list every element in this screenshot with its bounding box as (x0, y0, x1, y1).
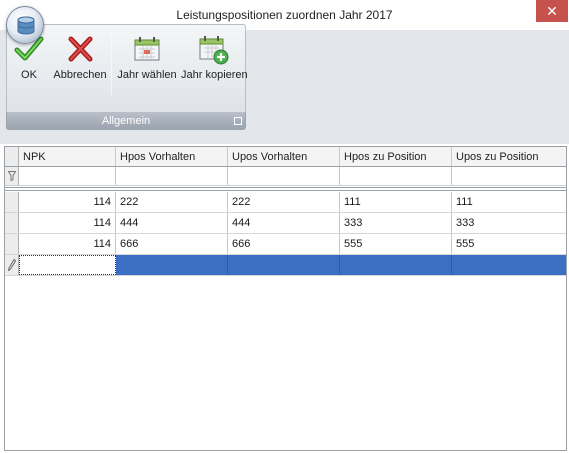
window-title: Leistungspositionen zuordnen Jahr 2017 (176, 8, 393, 22)
pencil-icon (8, 259, 16, 271)
column-header-npk[interactable]: NPK (19, 147, 116, 166)
new-row-indicator[interactable] (5, 255, 19, 275)
table-row[interactable]: 114 222 222 111 111 (5, 192, 566, 213)
ribbon-panel: OK Abbrechen Jahr wählen Jahr kopieren (6, 24, 248, 112)
cell-upos-vorhalten[interactable]: 444 (228, 213, 340, 233)
cell-npk[interactable]: 114 (19, 192, 116, 212)
row-indicator[interactable] (5, 234, 19, 254)
new-cell-hpos-zu-position[interactable] (340, 255, 452, 275)
ribbon-separator (111, 31, 112, 95)
copy-year-label: Jahr kopieren (181, 69, 248, 81)
database-icon (17, 16, 35, 35)
select-year-button[interactable]: Jahr wählen (115, 25, 179, 111)
app-menu-button[interactable] (6, 6, 44, 44)
filter-cell-hpos-zu-position[interactable] (340, 167, 452, 185)
cell-hpos-zu-position[interactable]: 333 (340, 213, 452, 233)
red-x-icon (68, 36, 93, 62)
cell-hpos-vorhalten[interactable]: 666 (116, 234, 228, 254)
cancel-label: Abbrechen (53, 69, 107, 81)
data-grid: NPK Hpos Vorhalten Upos Vorhalten Hpos z… (4, 146, 567, 451)
copy-year-button[interactable]: Jahr kopieren (181, 25, 248, 111)
grid-separator (5, 187, 566, 191)
cell-upos-zu-position[interactable]: 111 (452, 192, 566, 212)
cell-upos-vorhalten[interactable]: 666 (228, 234, 340, 254)
new-cell-hpos-vorhalten[interactable] (116, 255, 228, 275)
cell-upos-zu-position[interactable]: 555 (452, 234, 566, 254)
cell-hpos-zu-position[interactable]: 111 (340, 192, 452, 212)
new-cell-upos-vorhalten[interactable] (228, 255, 340, 275)
row-indicator[interactable] (5, 192, 19, 212)
cancel-button[interactable]: Abbrechen (51, 25, 109, 111)
filter-row-indicator (5, 167, 19, 185)
new-row[interactable] (5, 255, 566, 276)
cell-hpos-vorhalten[interactable]: 222 (116, 192, 228, 212)
column-header-upos-vorhalten[interactable]: Upos Vorhalten (228, 147, 340, 166)
ribbon-group-allgemein: OK Abbrechen Jahr wählen Jahr kopieren A… (6, 24, 248, 142)
grid-header-row: NPK Hpos Vorhalten Upos Vorhalten Hpos z… (5, 147, 566, 167)
table-row[interactable]: 114 444 444 333 333 (5, 213, 566, 234)
filter-icon (8, 171, 16, 181)
column-header-hpos-zu-position[interactable]: Hpos zu Position (340, 147, 452, 166)
grid-filter-row (5, 167, 566, 186)
filter-cell-hpos-vorhalten[interactable] (116, 167, 228, 185)
cell-hpos-zu-position[interactable]: 555 (340, 234, 452, 254)
ribbon-group-caption: Allgemein (6, 112, 246, 130)
select-year-label: Jahr wählen (117, 69, 177, 81)
close-button[interactable]: ✕ (536, 0, 568, 22)
filter-cell-npk[interactable] (19, 167, 116, 185)
column-header-hpos-vorhalten[interactable]: Hpos Vorhalten (116, 147, 228, 166)
new-cell-npk[interactable] (19, 255, 116, 275)
column-header-upos-zu-position[interactable]: Upos zu Position (452, 147, 566, 166)
ok-label: OK (21, 69, 37, 81)
cell-upos-vorhalten[interactable]: 222 (228, 192, 340, 212)
filter-cell-upos-vorhalten[interactable] (228, 167, 340, 185)
table-row[interactable]: 114 666 666 555 555 (5, 234, 566, 255)
new-cell-upos-zu-position[interactable] (452, 255, 566, 275)
calendar-add-icon (199, 36, 229, 65)
header-row-indicator (5, 147, 19, 166)
ribbon-group-caption-text: Allgemein (101, 115, 151, 127)
calendar-icon (134, 37, 160, 61)
filter-cell-upos-zu-position[interactable] (452, 167, 566, 185)
cell-npk[interactable]: 114 (19, 234, 116, 254)
row-indicator[interactable] (5, 213, 19, 233)
cell-upos-zu-position[interactable]: 333 (452, 213, 566, 233)
cell-hpos-vorhalten[interactable]: 444 (116, 213, 228, 233)
group-launcher-icon[interactable] (234, 117, 242, 125)
cell-npk[interactable]: 114 (19, 213, 116, 233)
